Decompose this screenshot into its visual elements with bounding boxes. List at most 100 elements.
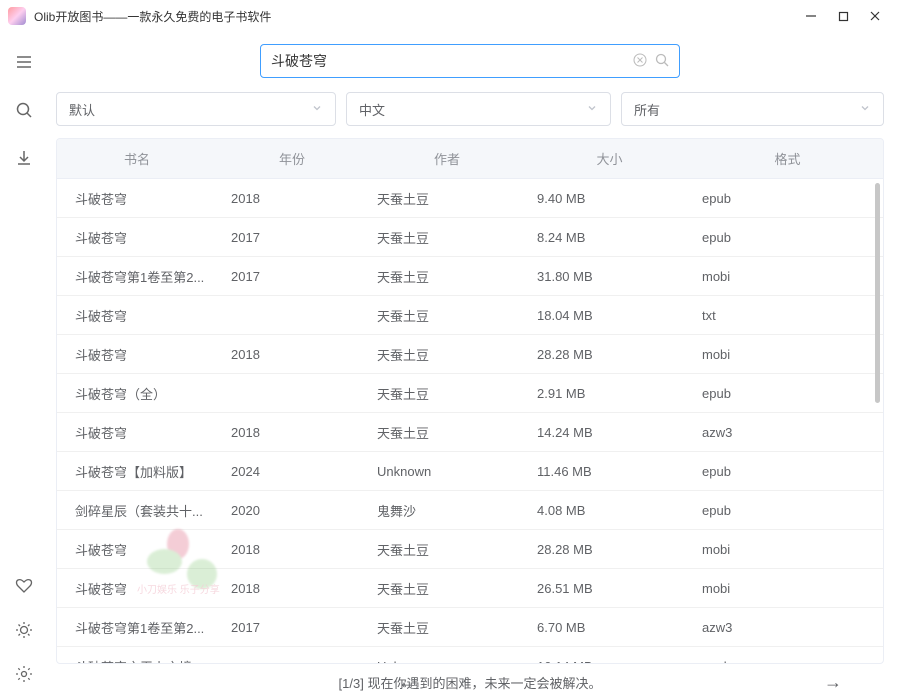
cell-author: 天蚕土豆	[367, 384, 527, 403]
brightness-icon[interactable]	[14, 620, 34, 640]
col-header-year[interactable]: 年份	[217, 149, 367, 168]
cell-year: 2024	[217, 464, 367, 479]
cell-author: 天蚕土豆	[367, 618, 527, 637]
app-title: Olib开放图书——一款永久免费的电子书软件	[34, 8, 804, 25]
cell-year: 2018	[217, 347, 367, 362]
cell-author: 鬼舞沙	[367, 501, 527, 520]
cell-year: 2017	[217, 269, 367, 284]
table-row[interactable]: 斗破苍穹（全） 天蚕土豆2.91 MBepub	[57, 374, 883, 413]
cell-name: 斗破苍穹	[57, 345, 217, 364]
chevron-down-icon	[859, 102, 871, 117]
table-row[interactable]: 斗破苍穹2018天蚕土豆26.51 MBmobi	[57, 569, 883, 608]
language-select-label: 中文	[359, 100, 586, 119]
menu-icon[interactable]	[14, 52, 34, 72]
table-row[interactable]: 斗破苍穹之无上之境 Unknown10.14 MBepub	[57, 647, 883, 663]
cell-author: 天蚕土豆	[367, 423, 527, 442]
col-header-format[interactable]: 格式	[692, 149, 883, 168]
cell-size: 2.91 MB	[527, 386, 692, 401]
cell-name: 斗破苍穹	[57, 579, 217, 598]
sort-select-label: 默认	[69, 100, 311, 119]
cell-author: 天蚕土豆	[367, 267, 527, 286]
results-table: 书名 年份 作者 大小 格式 斗破苍穹2018天蚕土豆9.40 MBepub斗破…	[56, 138, 884, 664]
scrollbar[interactable]	[875, 183, 880, 403]
table-row[interactable]: 斗破苍穹2018天蚕土豆28.28 MBmobi	[57, 530, 883, 569]
cell-size: 9.40 MB	[527, 191, 692, 206]
cell-name: 斗破苍穹	[57, 306, 217, 325]
cell-name: 斗破苍穹	[57, 540, 217, 559]
table-row[interactable]: 斗破苍穹2018天蚕土豆9.40 MBepub	[57, 179, 883, 218]
search-icon[interactable]	[14, 100, 34, 120]
close-button[interactable]	[868, 9, 882, 23]
cell-format: mobi	[692, 581, 883, 596]
cell-author: 天蚕土豆	[367, 345, 527, 364]
table-row[interactable]: 斗破苍穹第1卷至第2...2017天蚕土豆6.70 MBazw3	[57, 608, 883, 647]
search-box[interactable]	[260, 44, 680, 78]
cell-name: 斗破苍穹	[57, 228, 217, 247]
col-header-author[interactable]: 作者	[367, 149, 527, 168]
cell-year: 2017	[217, 620, 367, 635]
table-row[interactable]: 斗破苍穹第1卷至第2...2017天蚕土豆31.80 MBmobi	[57, 257, 883, 296]
download-icon[interactable]	[14, 148, 34, 168]
next-page-button[interactable]: →	[824, 672, 842, 693]
footer-text: [1/3] 现在你遇到的困难，未来一定会被解决。	[339, 673, 602, 692]
table-header: 书名 年份 作者 大小 格式	[57, 139, 883, 179]
cell-name: 剑碎星辰（套装共十...	[57, 501, 217, 520]
cell-size: 14.24 MB	[527, 425, 692, 440]
settings-icon[interactable]	[14, 664, 34, 684]
cell-name: 斗破苍穹（全）	[57, 384, 217, 403]
cell-year: 2020	[217, 503, 367, 518]
cell-format: epub	[692, 659, 883, 664]
cell-author: 天蚕土豆	[367, 540, 527, 559]
table-row[interactable]: 斗破苍穹2017天蚕土豆8.24 MBepub	[57, 218, 883, 257]
cell-author: Unknown	[367, 464, 527, 479]
cell-author: Unknown	[367, 659, 527, 664]
table-body: 斗破苍穹2018天蚕土豆9.40 MBepub斗破苍穹2017天蚕土豆8.24 …	[57, 179, 883, 663]
table-row[interactable]: 斗破苍穹天蚕土豆18.04 MBtxt	[57, 296, 883, 335]
sort-select[interactable]: 默认	[56, 92, 336, 126]
language-select[interactable]: 中文	[346, 92, 611, 126]
cell-year: 2018	[217, 425, 367, 440]
cell-format: mobi	[692, 269, 883, 284]
cell-format: mobi	[692, 542, 883, 557]
minimize-button[interactable]	[804, 9, 818, 23]
cell-year: 2018	[217, 542, 367, 557]
cell-format: azw3	[692, 620, 883, 635]
cell-author: 天蚕土豆	[367, 579, 527, 598]
window-controls	[804, 9, 892, 23]
cell-size: 6.70 MB	[527, 620, 692, 635]
chevron-down-icon	[586, 102, 598, 117]
clear-icon[interactable]	[633, 53, 647, 70]
cell-format: txt	[692, 308, 883, 323]
cell-author: 天蚕土豆	[367, 189, 527, 208]
table-row[interactable]: 剑碎星辰（套装共十...2020鬼舞沙4.08 MBepub	[57, 491, 883, 530]
col-header-name[interactable]: 书名	[57, 149, 217, 168]
table-row[interactable]: 斗破苍穹2018天蚕土豆28.28 MBmobi	[57, 335, 883, 374]
filetype-select[interactable]: 所有	[621, 92, 884, 126]
heart-icon[interactable]	[14, 576, 34, 596]
cell-size: 31.80 MB	[527, 269, 692, 284]
col-header-size[interactable]: 大小	[527, 149, 692, 168]
cell-year: 2017	[217, 230, 367, 245]
cell-format: epub	[692, 191, 883, 206]
cell-year: 2018	[217, 581, 367, 596]
search-submit-icon[interactable]	[655, 53, 669, 70]
cell-name: 斗破苍穹第1卷至第2...	[57, 618, 217, 637]
prev-page-button[interactable]: ←	[398, 672, 416, 693]
cell-size: 11.46 MB	[527, 464, 692, 479]
cell-format: epub	[692, 386, 883, 401]
cell-size: 28.28 MB	[527, 347, 692, 362]
cell-author: 天蚕土豆	[367, 228, 527, 247]
search-input[interactable]	[271, 53, 625, 69]
table-row[interactable]: 斗破苍穹【加料版】2024Unknown11.46 MBepub	[57, 452, 883, 491]
footer: ← [1/3] 现在你遇到的困难，未来一定会被解决。 →	[48, 664, 892, 700]
app-icon	[8, 7, 26, 25]
cell-size: 26.51 MB	[527, 581, 692, 596]
cell-name: 斗破苍穹之无上之境	[57, 657, 217, 664]
cell-size: 10.14 MB	[527, 659, 692, 664]
maximize-button[interactable]	[836, 9, 850, 23]
cell-name: 斗破苍穹第1卷至第2...	[57, 267, 217, 286]
titlebar: Olib开放图书——一款永久免费的电子书软件	[0, 0, 900, 32]
cell-format: epub	[692, 230, 883, 245]
cell-format: epub	[692, 464, 883, 479]
table-row[interactable]: 斗破苍穹2018天蚕土豆14.24 MBazw3	[57, 413, 883, 452]
